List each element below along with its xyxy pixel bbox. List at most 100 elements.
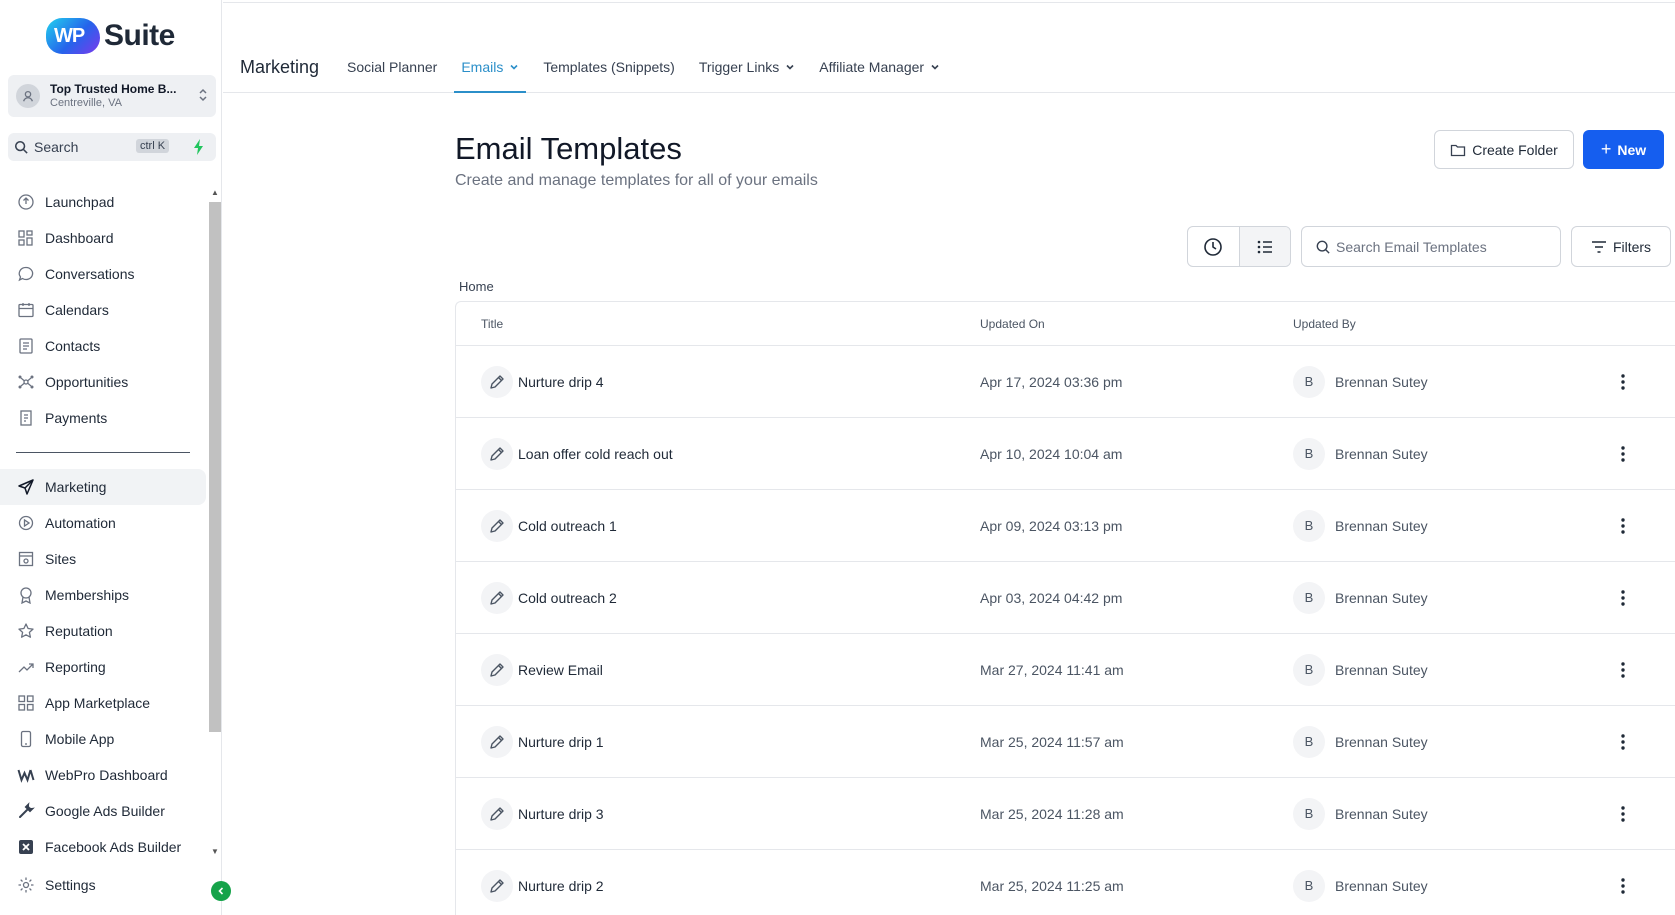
more-vertical-icon: [1621, 517, 1625, 534]
sidebar-item-label: Reputation: [45, 623, 113, 639]
sidebar-item-label: Sites: [45, 551, 77, 567]
apps-icon: [18, 695, 34, 711]
tab-social-planner[interactable]: Social Planner: [347, 52, 437, 82]
list-view-button[interactable]: [1238, 227, 1290, 266]
breadcrumb[interactable]: Home: [459, 279, 494, 294]
template-title[interactable]: Nurture drip 2: [518, 878, 604, 894]
table-row[interactable]: Nurture drip 3 Mar 25, 2024 11:28 am B B…: [456, 778, 1675, 850]
new-button[interactable]: + New: [1583, 130, 1664, 169]
grid-icon: [18, 230, 33, 246]
bolt-icon[interactable]: [192, 138, 206, 156]
table-row[interactable]: Cold outreach 2 Apr 03, 2024 04:42 pm B …: [456, 562, 1675, 634]
sidebar-item-dashboard[interactable]: Dashboard: [0, 220, 206, 256]
send-icon: [18, 479, 34, 495]
pencil-icon: [481, 869, 513, 902]
tab-affiliate-manager[interactable]: Affiliate Manager: [819, 52, 940, 82]
tab-templates-snippets[interactable]: Templates (Snippets): [543, 52, 675, 82]
sidebar-item-calendars[interactable]: Calendars: [0, 292, 206, 328]
x-box-icon: [19, 840, 33, 854]
row-actions-button[interactable]: [1593, 733, 1653, 751]
collapse-sidebar-button[interactable]: [211, 881, 231, 901]
row-actions-button[interactable]: [1593, 445, 1653, 463]
contacts-icon: [19, 338, 33, 354]
row-actions-button[interactable]: [1593, 373, 1653, 391]
sidebar-item-reporting[interactable]: Reporting: [0, 649, 206, 685]
template-title[interactable]: Cold outreach 1: [518, 518, 617, 534]
sidebar-item-webpro-dashboard[interactable]: WebPro Dashboard: [0, 757, 206, 793]
sidebar-item-sites[interactable]: Sites: [0, 541, 206, 577]
sidebar-item-memberships[interactable]: Memberships: [0, 577, 206, 613]
sidebar-scrollbar[interactable]: ▲ ▼: [208, 186, 222, 858]
table-row[interactable]: Cold outreach 1 Apr 09, 2024 03:13 pm B …: [456, 490, 1675, 562]
scroll-down-icon[interactable]: ▼: [211, 847, 219, 856]
sidebar-item-label: Dashboard: [45, 230, 114, 246]
sidebar-item-marketing[interactable]: Marketing: [0, 469, 206, 505]
sidebar-item-facebook-ads-builder[interactable]: Facebook Ads Builder: [0, 829, 206, 865]
user-avatar: B: [1293, 653, 1325, 686]
sidebar-item-mobile-app[interactable]: Mobile App: [0, 721, 206, 757]
sidebar-item-payments[interactable]: Payments: [0, 400, 206, 436]
search-templates-input[interactable]: Search Email Templates: [1301, 226, 1561, 267]
template-title[interactable]: Nurture drip 1: [518, 734, 604, 750]
column-header-updated-by[interactable]: Updated By: [1293, 317, 1593, 331]
sidebar-item-label: Automation: [45, 515, 116, 531]
sidebar-item-launchpad[interactable]: Launchpad: [0, 184, 206, 220]
sidebar-search[interactable]: Search ctrl K: [8, 133, 216, 161]
chevron-left-icon: [218, 887, 224, 895]
sidebar-item-label: Reporting: [45, 659, 106, 675]
sidebar-item-conversations[interactable]: Conversations: [0, 256, 206, 292]
logo-badge-text: WP: [54, 25, 85, 47]
sidebar-item-app-marketplace[interactable]: App Marketplace: [0, 685, 206, 721]
pencil-icon: [481, 365, 513, 398]
user-avatar: B: [1293, 437, 1325, 470]
table-row[interactable]: Loan offer cold reach out Apr 10, 2024 1…: [456, 418, 1675, 490]
table-row[interactable]: Nurture drip 4 Apr 17, 2024 03:36 pm B B…: [456, 346, 1675, 418]
logo-text: Suite: [104, 19, 175, 52]
sidebar-item-automation[interactable]: Automation: [0, 505, 206, 541]
column-header-title[interactable]: Title: [456, 317, 980, 331]
template-updated-on: Apr 17, 2024 03:36 pm: [980, 373, 1123, 390]
filters-label: Filters: [1612, 238, 1652, 255]
tab-emails[interactable]: Emails: [454, 52, 527, 93]
table-row[interactable]: Nurture drip 2 Mar 25, 2024 11:25 am B B…: [456, 850, 1675, 915]
scrollbar-thumb[interactable]: [209, 202, 221, 732]
filters-button[interactable]: Filters: [1571, 226, 1671, 267]
recent-view-button[interactable]: [1188, 227, 1239, 266]
sidebar-item-opportunities[interactable]: Opportunities: [0, 364, 206, 400]
row-actions-button[interactable]: [1593, 661, 1653, 679]
column-header-updated-on[interactable]: Updated On: [980, 317, 1293, 331]
template-title[interactable]: Loan offer cold reach out: [518, 446, 673, 462]
receipt-icon: [20, 410, 32, 426]
tab-trigger-links[interactable]: Trigger Links: [699, 52, 795, 82]
template-updated-by: Brennan Sutey: [1335, 877, 1428, 894]
sidebar: WP Suite Top Trusted Home B... Centrevil…: [0, 0, 222, 915]
template-updated-by: Brennan Sutey: [1335, 517, 1428, 534]
table-row[interactable]: Nurture drip 1 Mar 25, 2024 11:57 am B B…: [456, 706, 1675, 778]
create-folder-button[interactable]: Create Folder: [1434, 130, 1574, 169]
sidebar-item-reputation[interactable]: Reputation: [0, 613, 206, 649]
view-toggle: [1187, 226, 1291, 267]
plus-icon: +: [1600, 139, 1612, 159]
sidebar-item-settings[interactable]: Settings: [17, 876, 96, 894]
user-avatar: B: [1293, 509, 1325, 542]
pencil-icon: [481, 437, 513, 470]
row-actions-button[interactable]: [1593, 877, 1653, 895]
user-avatar: B: [1293, 365, 1325, 398]
row-actions-button[interactable]: [1593, 589, 1653, 607]
scroll-up-icon[interactable]: ▲: [211, 188, 219, 197]
template-title[interactable]: Nurture drip 3: [518, 806, 604, 822]
template-title[interactable]: Cold outreach 2: [518, 590, 617, 606]
more-vertical-icon: [1621, 373, 1625, 390]
template-updated-on: Mar 25, 2024 11:57 am: [980, 733, 1124, 750]
chevron-down-icon: [931, 64, 939, 70]
row-actions-button[interactable]: [1593, 517, 1653, 535]
template-updated-by: Brennan Sutey: [1335, 805, 1428, 822]
brand-logo[interactable]: WP Suite: [46, 16, 175, 56]
template-title[interactable]: Nurture drip 4: [518, 374, 604, 390]
sidebar-item-google-ads-builder[interactable]: Google Ads Builder: [0, 793, 206, 829]
table-row[interactable]: Review Email Mar 27, 2024 11:41 am B Bre…: [456, 634, 1675, 706]
account-switcher[interactable]: Top Trusted Home B... Centreville, VA: [8, 75, 216, 117]
sidebar-item-contacts[interactable]: Contacts: [0, 328, 206, 364]
template-title[interactable]: Review Email: [518, 662, 603, 678]
row-actions-button[interactable]: [1593, 805, 1653, 823]
